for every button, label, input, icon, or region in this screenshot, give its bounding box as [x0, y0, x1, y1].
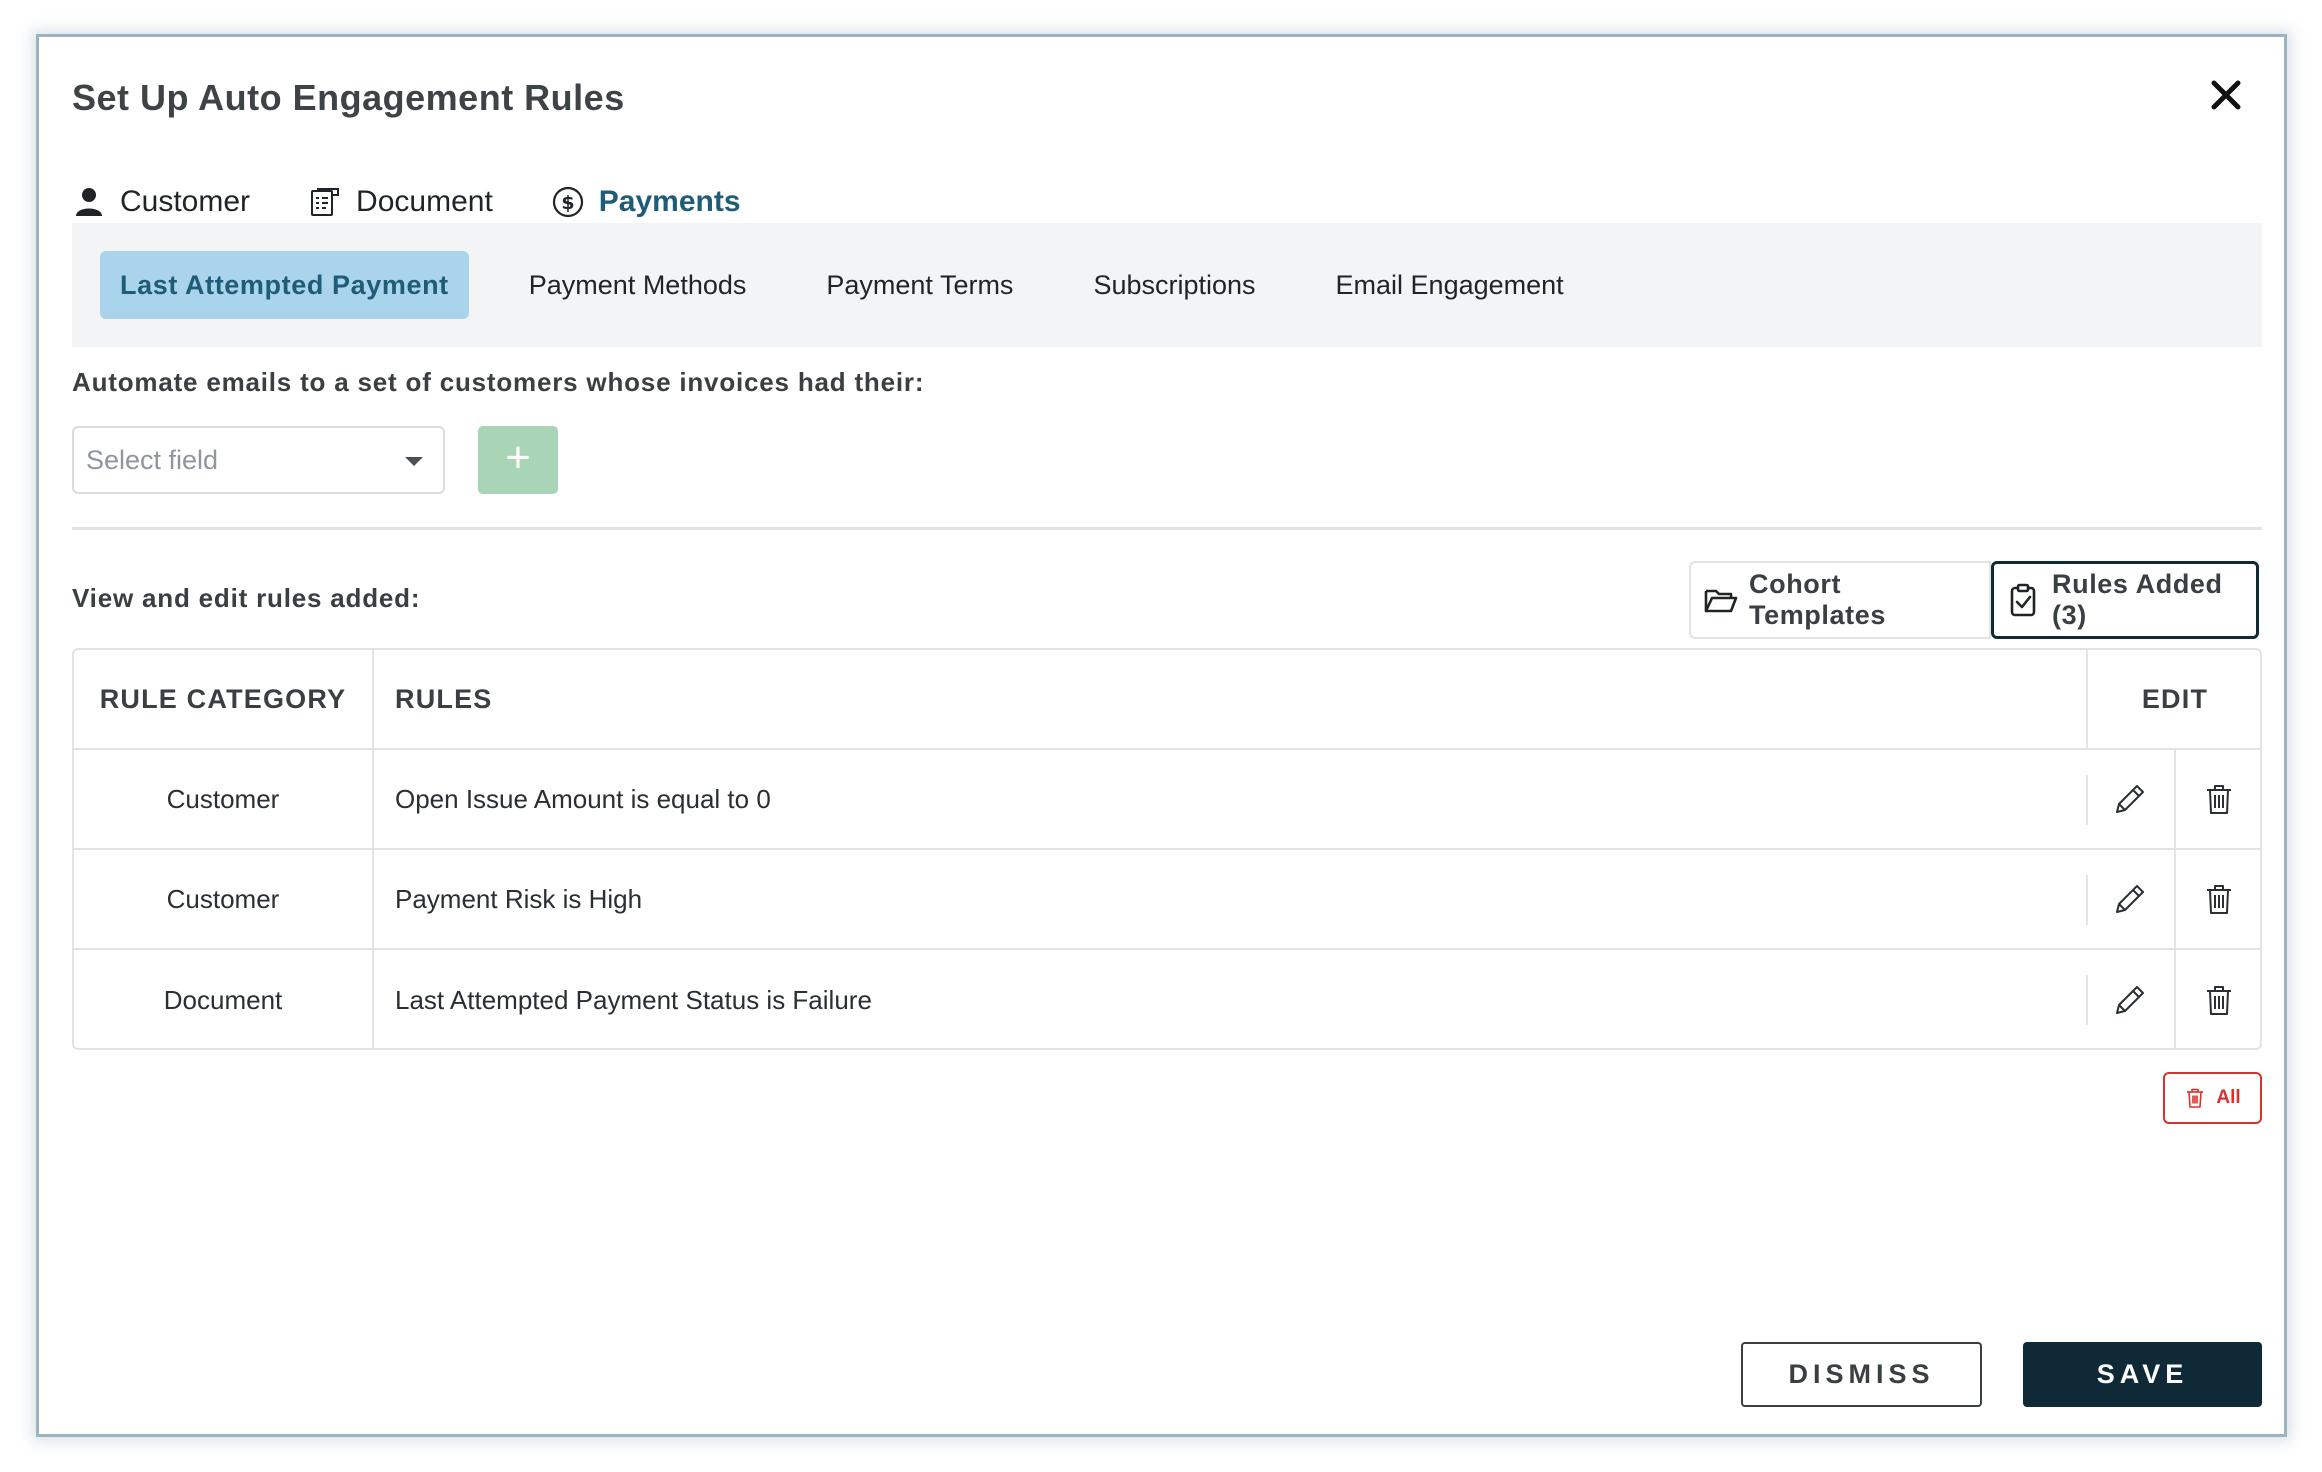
pencil-icon [2116, 986, 2144, 1014]
subtab-payment-terms[interactable]: Payment Terms [806, 251, 1033, 319]
rule-text-cell: Payment Risk is High [395, 883, 643, 914]
row-actions [2086, 750, 2260, 848]
rule-category-cell: Customer [74, 750, 374, 848]
subtab-bar: Last Attempted Payment Payment Methods P… [72, 223, 2262, 347]
edit-rule-button[interactable] [2086, 950, 2174, 1048]
rule-category-cell: Document [74, 950, 374, 1048]
document-icon [308, 185, 342, 219]
tab-payments-label: Payments [598, 185, 741, 218]
delete-rule-button[interactable] [2174, 850, 2260, 948]
add-rule-button[interactable]: + [478, 426, 558, 494]
tab-document-label: Document [356, 185, 493, 218]
close-icon [2211, 80, 2241, 110]
table-row: Customer Open Issue Amount is equal to 0 [74, 750, 2260, 850]
clipboard-check-icon [2006, 582, 2042, 618]
plus-icon: + [505, 433, 531, 482]
select-field-placeholder: Select field [86, 444, 219, 475]
folder-open-icon [1703, 582, 1739, 618]
table-header-row: RULE CATEGORY RULES EDIT [74, 650, 2260, 750]
trash-icon [2207, 885, 2231, 914]
subtab-subscriptions[interactable]: Subscriptions [1073, 251, 1275, 319]
subtab-last-attempted-payment[interactable]: Last Attempted Payment [100, 251, 469, 319]
automate-label: Automate emails to a set of customers wh… [72, 367, 925, 397]
subtab-email-engagement[interactable]: Email Engagement [1316, 251, 1584, 319]
row-separator [2086, 975, 2088, 1025]
edit-rule-button[interactable] [2086, 750, 2174, 848]
row-separator [2086, 875, 2088, 925]
header-edit: EDIT [2086, 650, 2260, 748]
row-separator [2086, 775, 2088, 825]
delete-all-button[interactable]: All [2163, 1072, 2262, 1124]
table-row: Document Last Attempted Payment Status i… [74, 950, 2260, 1048]
rules-table: RULE CATEGORY RULES EDIT Customer Open I… [72, 648, 2262, 1050]
pencil-icon [2116, 785, 2144, 813]
delete-rule-button[interactable] [2174, 750, 2260, 848]
user-icon [72, 185, 106, 219]
delete-all-label: All [2216, 1087, 2241, 1108]
close-button[interactable] [2206, 75, 2246, 115]
table-row: Customer Payment Risk is High [74, 850, 2260, 950]
tab-customer-label: Customer [120, 185, 251, 218]
save-button[interactable]: SAVE [2023, 1342, 2262, 1407]
row-actions [2086, 850, 2260, 948]
rule-text-cell: Last Attempted Payment Status is Failure [395, 984, 872, 1015]
pencil-icon [2116, 885, 2144, 913]
cohort-templates-button[interactable]: Cohort Templates [1689, 561, 1991, 639]
rules-added-button[interactable]: Rules Added (3) [1991, 561, 2259, 639]
row-actions [2086, 950, 2260, 1048]
dialog-title: Set Up Auto Engagement Rules [72, 77, 625, 118]
rules-added-label: Rules Added (3) [2052, 569, 2223, 630]
caret-down-icon [405, 457, 423, 466]
cohort-templates-label: Cohort Templates [1749, 569, 1886, 630]
header-rule-category: RULE CATEGORY [74, 650, 374, 748]
rule-category-cell: Customer [74, 850, 374, 948]
dismiss-button[interactable]: DISMISS [1741, 1342, 1982, 1407]
subtab-payment-methods[interactable]: Payment Methods [509, 251, 767, 319]
rule-text-cell: Open Issue Amount is equal to 0 [395, 783, 771, 814]
svg-text:$: $ [561, 192, 574, 214]
trash-icon [2207, 785, 2231, 814]
select-field-dropdown[interactable]: Select field [72, 426, 445, 494]
dollar-circle-icon: $ [551, 185, 585, 219]
trash-icon [2207, 986, 2231, 1015]
edit-rule-button[interactable] [2086, 850, 2174, 948]
trash-icon [2187, 1088, 2204, 1108]
auto-engagement-dialog: Set Up Auto Engagement Rules Customer Do… [36, 34, 2287, 1437]
view-rules-label: View and edit rules added: [72, 583, 421, 613]
delete-rule-button[interactable] [2174, 950, 2260, 1048]
section-divider [72, 527, 2262, 530]
header-rules: RULES [395, 683, 493, 714]
rules-view-toggle: Cohort Templates Rules Added (3) [1689, 561, 2259, 639]
